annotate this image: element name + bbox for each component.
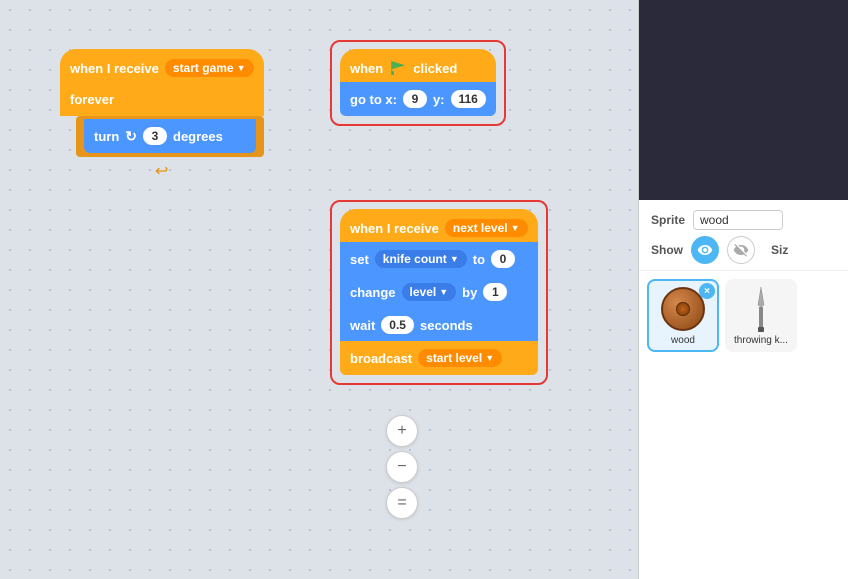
dropdown-arrow-icon: ▼ (237, 63, 246, 73)
broadcast-label: broadcast (350, 351, 412, 366)
stage-area (639, 0, 848, 200)
start-game-dropdown[interactable]: start game ▼ (165, 59, 254, 77)
forever-label: forever (70, 92, 114, 107)
when-receive-next-level-block[interactable]: when I receive next level ▼ (340, 209, 538, 243)
knife-count-dropdown[interactable]: knife count ▼ (375, 250, 467, 268)
sprite-thumb-throwing[interactable]: throwing k... (725, 279, 797, 352)
canvas-area: when I receive start game ▼ forever turn… (0, 0, 638, 579)
stack-start-game: when I receive start game ▼ forever turn… (60, 50, 264, 183)
forever-end-arrow: ↩ (60, 157, 264, 183)
change-label: change (350, 285, 396, 300)
sprite-thumb-wood[interactable]: × wood (647, 279, 719, 352)
level-label: level (410, 285, 437, 299)
level-arrow-icon: ▼ (439, 287, 448, 297)
flag-icon (391, 61, 405, 75)
fit-button[interactable]: = (386, 487, 418, 519)
block-group-start-game: when I receive start game ▼ forever turn… (60, 50, 264, 183)
wood-thumb-label: wood (653, 335, 713, 346)
sprite-label: Sprite (651, 213, 685, 227)
turn-block[interactable]: turn ↻ 3 degrees (84, 119, 256, 153)
broadcast-block[interactable]: broadcast start level ▼ (340, 341, 538, 375)
start-game-dropdown-label: start game (173, 61, 234, 75)
zoom-out-button[interactable]: − (386, 451, 418, 483)
by-value[interactable]: 1 (483, 283, 507, 301)
turn-value[interactable]: 3 (143, 127, 167, 145)
rotate-icon: ↻ (125, 128, 137, 145)
red-border-next-level: when I receive next level ▼ set knife co… (330, 200, 548, 385)
throwing-thumb-img (737, 285, 785, 333)
when-receive-block[interactable]: when I receive start game ▼ (60, 49, 264, 83)
by-label: by (462, 285, 477, 300)
eye-icon (697, 242, 713, 258)
size-label: Siz (771, 243, 788, 257)
change-level-block[interactable]: change level ▼ by 1 (340, 275, 538, 309)
block-group-clicked: when clicked go to x: 9 y: 116 (330, 40, 506, 126)
show-row: Show Siz (651, 236, 836, 264)
to-label: to (473, 252, 485, 267)
when-receive-label: when I receive (70, 61, 159, 76)
wood-circle-icon (661, 287, 705, 331)
level-dropdown[interactable]: level ▼ (402, 283, 457, 301)
when-clicked-block[interactable]: when clicked (340, 49, 496, 83)
start-level-dropdown[interactable]: start level ▼ (418, 349, 502, 367)
sprite-info: Sprite Show Siz (639, 200, 848, 271)
zoom-in-button[interactable]: + (386, 415, 418, 447)
x-value[interactable]: 9 (403, 90, 427, 108)
forever-block[interactable]: forever (60, 82, 264, 116)
red-border-clicked: when clicked go to x: 9 y: 116 (330, 40, 506, 126)
sprite-list: × wood throwing k... (639, 271, 848, 360)
stack-clicked: when clicked go to x: 9 y: 116 (340, 50, 496, 116)
y-label: y: (433, 92, 445, 107)
sprite-label-row: Sprite (651, 210, 836, 230)
throwing-thumb-label: throwing k... (731, 335, 791, 346)
seconds-label: seconds (420, 318, 473, 333)
next-level-dropdown-label: next level (453, 221, 508, 235)
right-panel: Sprite Show Siz × wood (638, 0, 848, 579)
goto-label: go to x: (350, 92, 397, 107)
next-level-dropdown[interactable]: next level ▼ (445, 219, 528, 237)
knife-count-value[interactable]: 0 (491, 250, 515, 268)
wait-block[interactable]: wait 0.5 seconds (340, 308, 538, 342)
when-label: when (350, 61, 383, 76)
set-knife-count-block[interactable]: set knife count ▼ to 0 (340, 242, 538, 276)
clicked-label: clicked (413, 61, 457, 76)
wait-value[interactable]: 0.5 (381, 316, 414, 334)
y-value[interactable]: 116 (451, 90, 486, 108)
goto-block[interactable]: go to x: 9 y: 116 (340, 82, 496, 116)
when-receive-next-label: when I receive (350, 221, 439, 236)
turn-label: turn (94, 129, 119, 144)
stack-next-level: when I receive next level ▼ set knife co… (340, 210, 538, 375)
wait-label: wait (350, 318, 375, 333)
knife-count-label: knife count (383, 252, 447, 266)
knife-count-arrow-icon: ▼ (450, 254, 459, 264)
block-group-next-level: when I receive next level ▼ set knife co… (330, 200, 548, 385)
knife-icon (751, 285, 771, 333)
degrees-label: degrees (173, 129, 223, 144)
blocks-container: when I receive start game ▼ forever turn… (0, 0, 638, 579)
eye-slash-icon (733, 242, 749, 258)
sprite-name-input[interactable] (693, 210, 783, 230)
start-level-arrow-icon: ▼ (485, 353, 494, 363)
forever-inner: turn ↻ 3 degrees (76, 116, 264, 157)
show-label: Show (651, 243, 683, 257)
scroll-controls: + − = (386, 415, 418, 519)
show-eye-button[interactable] (691, 236, 719, 264)
set-label: set (350, 252, 369, 267)
next-level-arrow-icon: ▼ (511, 223, 520, 233)
hide-eye-button[interactable] (727, 236, 755, 264)
start-level-label: start level (426, 351, 482, 365)
